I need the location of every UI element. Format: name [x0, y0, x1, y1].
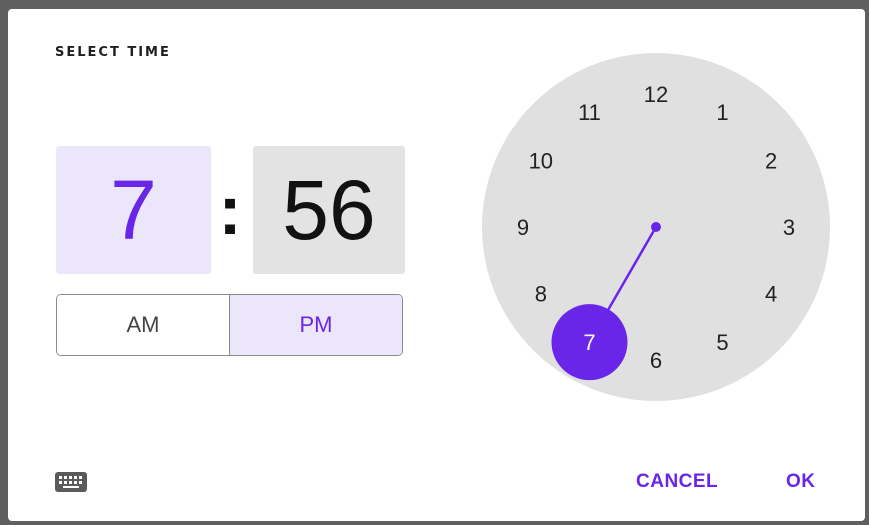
dialog-title: SELECT TIME	[55, 45, 171, 60]
clock-number-2[interactable]: 2	[765, 149, 777, 174]
clock-number-5[interactable]: 5	[716, 330, 728, 355]
clock-number-3[interactable]: 3	[783, 215, 795, 240]
clock-dial[interactable]: 121234567891011	[482, 53, 830, 401]
time-picker-dialog: SELECT TIME 7 : 56 AM PM 12 1 2 3 4 5 6 7 8 9 10 11…	[8, 9, 865, 521]
clock-number-8[interactable]: 8	[535, 282, 547, 307]
keyboard-icon[interactable]	[54, 471, 88, 493]
clock-center-dot	[651, 222, 661, 232]
clock-number-7[interactable]: 7	[583, 330, 595, 355]
minute-field[interactable]: 56	[253, 146, 405, 274]
hour-field[interactable]: 7	[56, 146, 211, 274]
clock-number-4[interactable]: 4	[765, 282, 777, 307]
clock-number-12[interactable]: 12	[644, 82, 668, 107]
pm-button[interactable]: PM	[230, 295, 402, 355]
clock-number-11[interactable]: 11	[578, 100, 601, 125]
am-button[interactable]: AM	[57, 295, 230, 355]
clock-number-6[interactable]: 6	[650, 348, 662, 373]
clock-number-1[interactable]: 1	[716, 100, 728, 125]
clock-number-9[interactable]: 9	[517, 215, 529, 240]
clock-number-10[interactable]: 10	[529, 149, 553, 174]
am-pm-toggle: AM PM	[56, 294, 403, 356]
ok-button[interactable]: OK	[786, 471, 816, 493]
cancel-button[interactable]: CANCEL	[636, 471, 718, 493]
time-separator: :	[218, 171, 242, 249]
